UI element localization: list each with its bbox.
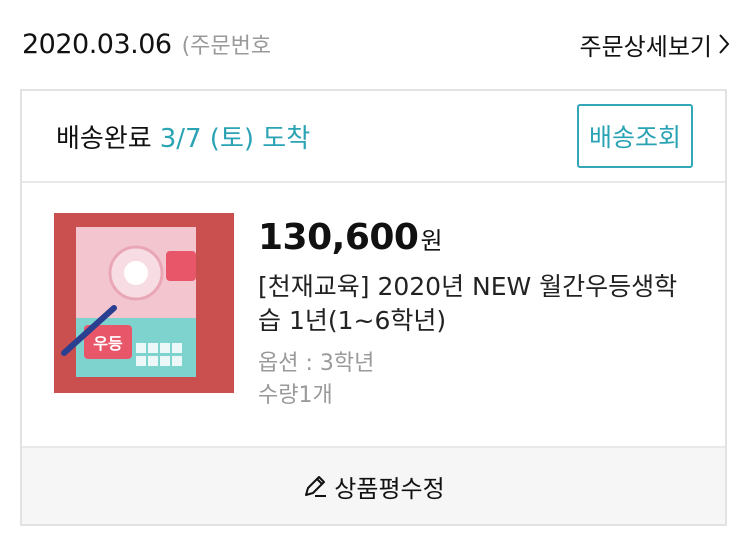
chevron-right-icon [719,34,730,54]
track-delivery-button[interactable]: 배송조회 [577,104,693,168]
order-header: 2020.03.06 (주문번호 주문상세보기 [22,22,730,66]
delivery-status: 배송완료 3/7 (토) 도착 [56,118,310,155]
delivery-status-label: 배송완료 [56,123,152,154]
pencil-icon [305,476,327,497]
product-info: 130,600원 [천재교육] 2020년 NEW 월간우등생학습 1년(1~6… [258,213,698,408]
order-date: 2020.03.06 [22,29,172,60]
order-number-label: (주문번호 [181,34,272,59]
delivery-date: 3/7 (토) 도착 [159,123,311,154]
order-detail-label: 주문상세보기 [579,32,712,61]
product-title[interactable]: [천재교육] 2020년 NEW 월간우등생학습 1년(1~6학년) [258,270,698,338]
product-price: 130,600원 [258,217,698,258]
order-summary: 2020.03.06 (주문번호 [22,28,271,60]
order-detail-link[interactable]: 주문상세보기 [580,27,730,62]
book-cover-image: 우등 [54,213,234,393]
edit-review-label: 상품평수정 [334,474,445,503]
product-price-value: 130,600 [258,217,419,258]
edit-review-button[interactable]: 상품평수정 [22,446,725,524]
order-card: 배송완료 3/7 (토) 도착 배송조회 우등 130,600원 [천재교육] … [20,89,727,526]
product-quantity: 수량1개 [258,383,333,408]
product-thumbnail[interactable]: 우등 [54,213,234,393]
svg-text:우등: 우등 [93,334,123,353]
product-option: 옵션 : 3학년 [258,351,375,376]
product-price-currency: 원 [420,227,443,255]
delivery-status-row: 배송완료 3/7 (토) 도착 배송조회 [22,91,725,183]
product-item[interactable]: 우등 130,600원 [천재교육] 2020년 NEW 월간우등생학습 1년(… [54,213,705,408]
